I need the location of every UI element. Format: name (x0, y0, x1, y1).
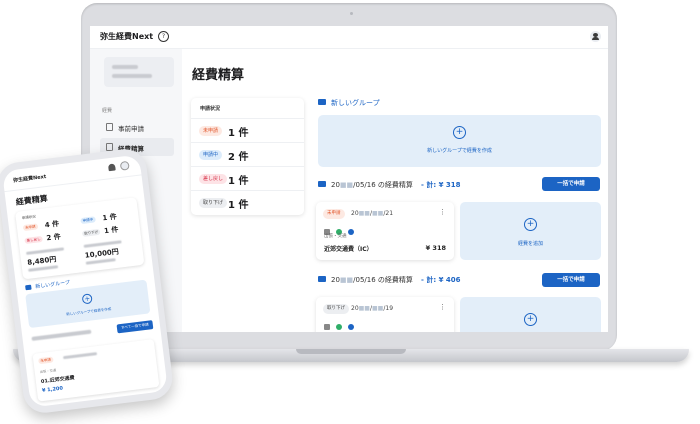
expense-card[interactable]: 未申請 20■■/■■/21 ⋮ 出張・交通 近郊交通費（IC） ¥ 318 (316, 202, 454, 260)
expense-date: 20■■/■■/21 (351, 210, 394, 217)
new-group-label: 新しいグループで経費を作成 (427, 148, 492, 154)
status-count: 4 件 (44, 219, 60, 230)
status-badge: 取り下げ (199, 198, 228, 208)
status-count: 2 件 (46, 232, 62, 243)
status-count: 1 件 (228, 176, 249, 187)
sidebar-item-pre-application[interactable]: 事前申請 (100, 118, 174, 136)
status-count: 1 件 (103, 225, 119, 236)
status-count: 1 件 (228, 128, 249, 139)
add-expense-label: 経費を追加 (517, 241, 543, 247)
blurred-date (63, 352, 98, 360)
status-card-title: 申請状況 (200, 106, 221, 112)
sidebar-section-caption: 経費 (102, 108, 113, 114)
status-count: 1 件 (228, 200, 249, 211)
expense-amount: ¥ 1,200 (41, 385, 64, 395)
check-icon (336, 323, 343, 330)
status-badge: 取り下げ (323, 304, 349, 314)
status-badge[interactable]: 差し戻し (24, 235, 43, 245)
folder-icon (25, 284, 32, 291)
expense-category: 出張・交通 (324, 234, 347, 239)
document-icon (106, 123, 113, 131)
group-title: 20■■/05/16 の経費精算 (331, 276, 413, 284)
phone-device: 弥生経費Next 経費精算 申請状況 未申請 4 件 申請中 1 件 差し戻し … (0, 146, 175, 416)
status-badge[interactable]: 取り下げ (81, 228, 101, 237)
user-card[interactable] (104, 57, 174, 87)
expense-date: 20■■/■■/19 (351, 305, 394, 312)
page-title: 経費精算 (15, 193, 49, 207)
more-menu-icon[interactable]: ⋮ (439, 303, 446, 311)
phone-screen: 弥生経費Next 経費精算 申請状況 未申請 4 件 申請中 1 件 差し戻し … (2, 154, 168, 408)
status-row-submitted[interactable]: 申請中 2 件 (191, 142, 304, 167)
expense-name: 近郊交通費（IC） (324, 246, 373, 253)
status-card-title: 申請状況 (21, 214, 37, 221)
status-count: 1 件 (102, 212, 118, 223)
laptop-screen: 弥生経費Next ? 経費 事前申請 経費精算 経費精算 申請状況 未申請 1 … (90, 26, 608, 332)
folder-icon (318, 99, 326, 105)
status-badge: 申請中 (199, 150, 223, 160)
add-expense-button[interactable]: + (460, 297, 601, 332)
group-total: - 計: ¥ 318 (421, 181, 461, 189)
expense-card[interactable]: 取り下げ 20■■/■■/19 ⋮ (316, 297, 454, 332)
blurred-user-name (112, 65, 138, 69)
status-summary-card: 申請状況 未申請 1 件 申請中 2 件 差し戻し 1 件 取り下げ 1 件 (191, 98, 304, 215)
status-badge: 差し戻し (199, 174, 228, 184)
new-group-button[interactable]: + 新しいグループで経費を作成 (318, 115, 601, 167)
bulk-submit-button[interactable]: すべて一括で申請 (116, 320, 154, 334)
group-title: 新しいグループ (331, 99, 380, 107)
info-icon (348, 228, 355, 235)
expense-category: 出張・交通 (39, 368, 57, 375)
blurred-caption (26, 247, 65, 255)
account-icon[interactable] (119, 160, 130, 171)
expense-amount: ¥ 318 (425, 244, 446, 252)
folder-icon (318, 181, 326, 187)
info-icon (348, 323, 355, 330)
top-bar: 弥生経費Next ? (90, 26, 608, 49)
plus-circle-icon: + (453, 126, 466, 139)
status-count: 2 件 (228, 152, 249, 163)
status-badge: 未申請 (323, 209, 345, 219)
bulk-submit-button[interactable]: 一括で申請 (542, 273, 600, 287)
group-title: 新しいグループ (35, 279, 71, 291)
plus-circle-icon: + (524, 218, 537, 231)
new-group-label: 新しいグループで経費を作成 (66, 307, 112, 317)
expense-name: 01.近郊交通費 (40, 375, 75, 386)
status-badge[interactable]: 未申請 (22, 223, 38, 232)
blurred-user-id (112, 74, 152, 78)
app-name: 弥生経費Next (100, 32, 154, 41)
page-title: 経費精算 (192, 68, 245, 83)
expense-group-header[interactable]: 20■■/05/16 の経費精算 - 計: ¥ 406 (318, 275, 518, 285)
blurred-group-title (31, 329, 92, 341)
status-row-unsubmitted[interactable]: 未申請 1 件 (191, 118, 304, 143)
expense-card[interactable]: 未申請 出張・交通 01.近郊交通費 ¥ 1,200 (32, 339, 160, 402)
bulk-submit-button[interactable]: 一括で申請 (542, 177, 600, 191)
receipt-icon (324, 323, 330, 330)
group-title: 20■■/05/16 の経費精算 (331, 181, 413, 189)
help-icon[interactable]: ? (158, 31, 169, 42)
add-expense-button[interactable]: + 経費を追加 (460, 202, 601, 260)
folder-icon (318, 276, 326, 282)
more-menu-icon[interactable]: ⋮ (439, 208, 446, 216)
sidebar-item-label: 事前申請 (118, 125, 144, 133)
new-group-header[interactable]: 新しいグループ (318, 98, 518, 108)
status-badge[interactable]: 申請中 (80, 216, 96, 225)
expense-group-header[interactable]: 20■■/05/16 の経費精算 - 計: ¥ 318 (318, 180, 518, 190)
camera-dot (350, 12, 353, 15)
group-total: - 計: ¥ 406 (421, 276, 461, 284)
status-badge: 未申請 (38, 356, 54, 365)
plus-circle-icon: + (524, 313, 537, 326)
status-row-withdrawn[interactable]: 取り下げ 1 件 (191, 190, 304, 215)
account-icon[interactable] (590, 31, 601, 42)
status-summary-card: 申請状況 未申請 4 件 申請中 1 件 差し戻し 2 件 取り下げ 1 件 8… (15, 197, 145, 280)
app-name: 弥生経費Next (12, 173, 47, 184)
status-badge: 未申請 (199, 126, 223, 136)
bell-icon[interactable] (107, 163, 116, 172)
attachment-indicators (324, 316, 355, 332)
status-row-returned[interactable]: 差し戻し 1 件 (191, 166, 304, 191)
plus-circle-icon: + (81, 293, 93, 305)
laptop-base-notch (296, 349, 406, 354)
